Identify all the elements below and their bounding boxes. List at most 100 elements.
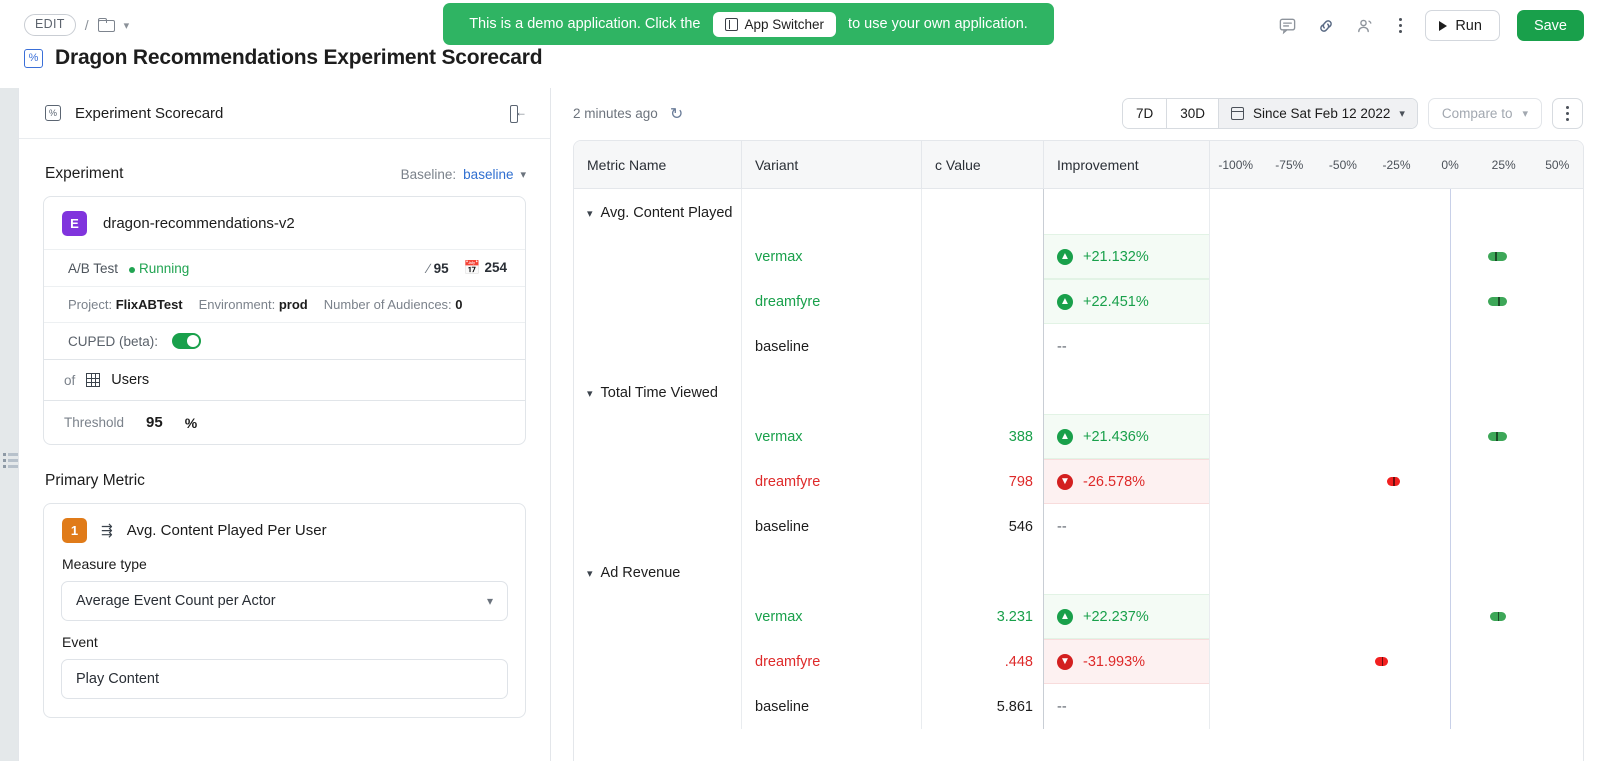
variant-name[interactable]: dreamfyre <box>742 639 921 684</box>
chevron-down-icon[interactable]: ▾ <box>124 19 130 32</box>
threshold-label: Threshold <box>64 415 125 430</box>
date-range-segmented: 7D 30D Since Sat Feb 12 2022 ▾ <box>1122 98 1418 129</box>
metric-value: 5.861 <box>996 698 1033 715</box>
cuped-toggle[interactable] <box>172 333 202 349</box>
app-switcher-button[interactable]: App Switcher <box>712 11 837 37</box>
compare-to-button[interactable]: Compare to ▾ <box>1427 98 1542 129</box>
baseline-label: Baseline: <box>400 166 457 182</box>
last-refreshed-text: 2 minutes ago <box>573 106 658 121</box>
column-header-metric-name[interactable]: Metric Name <box>574 141 742 188</box>
results-table-header: Metric Name Variant c Value Improvement … <box>574 141 1583 189</box>
environment-meta: Environment: prod <box>198 297 308 312</box>
primary-metric-header: 1 ⇶ Avg. Content Played Per User <box>44 504 525 543</box>
main-body: Experiment Scorecard Experiment Baseline… <box>0 88 1600 761</box>
panel-drag-handle-icon[interactable] <box>3 453 18 468</box>
top-bar: EDIT / ▾ Dragon Recommendations Experime… <box>0 0 1600 88</box>
primary-metric-name: Avg. Content Played Per User <box>126 522 327 539</box>
save-button[interactable]: Save <box>1516 10 1584 41</box>
variant-name[interactable]: baseline <box>742 684 921 729</box>
variant-name[interactable]: baseline <box>742 504 921 549</box>
results-table: Metric Name Variant c Value Improvement … <box>573 140 1584 761</box>
variant-name[interactable]: baseline <box>742 324 921 369</box>
experiment-section-label: Experiment <box>45 165 124 182</box>
improvement-value: -- <box>1057 338 1067 355</box>
confidence-interval-bar <box>1386 477 1400 486</box>
column-header-improvement[interactable]: Improvement <box>1044 141 1210 188</box>
more-options-icon[interactable] <box>1393 18 1408 33</box>
status-badge: Running <box>129 261 189 276</box>
edit-mode-badge[interactable]: EDIT <box>24 14 76 36</box>
metric-name: Avg. Content Played <box>600 205 733 221</box>
column-header-value[interactable]: c Value <box>922 141 1044 188</box>
event-input[interactable]: Play Content <box>61 659 508 699</box>
refresh-icon[interactable]: ↻ <box>670 104 683 124</box>
metric-name: Total Time Viewed <box>600 385 718 401</box>
threshold-row: Threshold 95 % <box>44 400 525 444</box>
variant-column: vermax dreamfyre baseline <box>742 549 922 729</box>
breadcrumb-separator: / <box>84 17 89 33</box>
left-panel-scroll: Experiment Baseline: baseline ▾ E dragon… <box>19 139 550 761</box>
range-7d-button[interactable]: 7D <box>1123 99 1168 128</box>
improvement-value: +22.451% <box>1083 293 1149 310</box>
of-label: of <box>64 372 76 388</box>
column-header-variant[interactable]: Variant <box>742 141 922 188</box>
link-icon[interactable] <box>1315 15 1337 37</box>
results-table-body: ▾ Avg. Content Played vermax dreamfyre basel… <box>574 189 1583 761</box>
axis-tick-label: 50% <box>1545 157 1570 172</box>
axis-tick-label: -25% <box>1382 157 1411 172</box>
app-switcher-label: App Switcher <box>744 16 825 32</box>
breadcrumb: EDIT / ▾ <box>24 14 129 36</box>
calendar-icon <box>1231 107 1245 120</box>
collapse-panel-icon[interactable] <box>508 104 527 123</box>
zero-axis-line <box>1450 549 1452 729</box>
variant-name[interactable]: dreamfyre <box>742 459 921 504</box>
metric-group-name-cell[interactable]: ▾ Ad Revenue <box>574 549 742 729</box>
refresh-block: 2 minutes ago ↻ <box>573 104 683 124</box>
experiment-card: E dragon-recommendations-v2 A/B Test Run… <box>43 196 526 445</box>
variant-name[interactable]: vermax <box>742 234 921 279</box>
variant-name[interactable]: dreamfyre <box>742 279 921 324</box>
arrow-down-icon: ▼ <box>1057 653 1073 670</box>
range-30d-button[interactable]: 30D <box>1167 99 1220 128</box>
baseline-selector[interactable]: Baseline: baseline ▾ <box>401 167 526 182</box>
variant-name[interactable]: vermax <box>742 414 921 459</box>
improvement-column: ▲ +21.436% ▼ -26.578% -- <box>1044 369 1210 549</box>
arrow-up-icon: ▲ <box>1057 608 1073 625</box>
demo-banner-text-after: to use your own application. <box>848 16 1028 32</box>
chevron-down-icon: ▾ <box>1522 108 1528 120</box>
app-root: EDIT / ▾ Dragon Recommendations Experime… <box>0 0 1600 761</box>
threshold-value[interactable]: 95 <box>146 414 163 431</box>
folder-icon[interactable] <box>97 18 115 32</box>
run-button[interactable]: Run <box>1425 10 1500 41</box>
left-rail <box>0 88 18 761</box>
metric-group-name-cell[interactable]: ▾ Avg. Content Played <box>574 189 742 369</box>
experiment-name: dragon-recommendations-v2 <box>103 215 295 232</box>
date-range-button[interactable]: Since Sat Feb 12 2022 ▾ <box>1219 99 1417 128</box>
chart-column <box>1210 189 1583 369</box>
arrow-down-icon: ▼ <box>1057 473 1073 490</box>
table-icon <box>86 373 101 387</box>
improvement-value: +21.132% <box>1083 248 1149 265</box>
metric-group-name-cell[interactable]: ▾ Total Time Viewed <box>574 369 742 549</box>
comment-icon[interactable] <box>1276 15 1298 37</box>
event-value: Play Content <box>76 671 160 687</box>
primary-metric-card: 1 ⇶ Avg. Content Played Per User Measure… <box>43 503 526 718</box>
of-row[interactable]: of Users <box>44 359 525 400</box>
results-more-button[interactable] <box>1552 98 1583 129</box>
measure-type-select[interactable]: Average Event Count per Actor ▾ <box>61 581 508 621</box>
improvement-value: -26.578% <box>1083 473 1146 490</box>
chart-column <box>1210 549 1583 729</box>
metric-value: 388 <box>1008 428 1033 445</box>
share-users-icon[interactable] <box>1354 15 1376 37</box>
arrow-up-icon: ▲ <box>1057 428 1073 445</box>
chevron-down-icon: ▾ <box>587 387 593 400</box>
improvement-cell: ▲ +21.436% <box>1044 414 1209 459</box>
left-panel-title: Experiment Scorecard <box>75 104 224 122</box>
date-range-label: Since Sat Feb 12 2022 <box>1253 106 1391 121</box>
page-title-row: Dragon Recommendations Experiment Scorec… <box>24 46 543 70</box>
improvement-cell: -- <box>1044 684 1209 729</box>
improvement-cell: -- <box>1044 504 1209 549</box>
variant-name[interactable]: vermax <box>742 594 921 639</box>
axis-tick-label: 0% <box>1441 157 1459 172</box>
axis-tick-label: -50% <box>1328 157 1357 172</box>
